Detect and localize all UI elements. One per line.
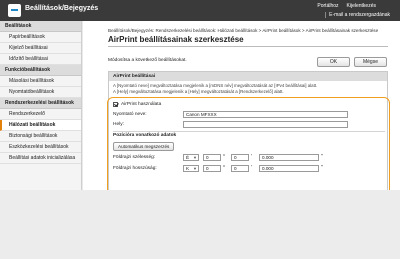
minute-unit: ' xyxy=(251,165,252,171)
top-links: Portálhoz Kijelentkezés xyxy=(317,3,376,9)
second-unit: " xyxy=(321,154,323,160)
sidebar-item-network[interactable]: Hálózati beállítások xyxy=(0,120,81,131)
panel-title: AirPrint beállításai xyxy=(109,72,387,81)
chevron-down-icon: ▼ xyxy=(193,155,197,160)
sidebar-section-title[interactable]: Funkcióbeállítások xyxy=(0,65,81,76)
latitude-label-text: Földrajzi szélesség: xyxy=(113,155,156,160)
printer-name-input[interactable]: Canon MFXXX xyxy=(183,111,348,118)
settings-logo-icon xyxy=(8,4,21,17)
latitude-direction-select[interactable]: É ▼ xyxy=(183,154,199,161)
latitude-degrees-input[interactable]: 0 xyxy=(203,154,221,161)
breadcrumb: Beállítások/Bejegyzés: Rendszerkezelési … xyxy=(108,28,379,33)
email-admin-line: E-mail a rendszergazdának xyxy=(325,12,390,18)
degree-unit: ° xyxy=(223,154,225,160)
chevron-down-icon: ▼ xyxy=(193,166,197,171)
longitude-minutes-input[interactable]: 0 xyxy=(231,165,249,172)
email-admin-link[interactable]: E-mail a rendszergazdának xyxy=(329,12,390,18)
latitude-direction-value: É xyxy=(186,155,190,160)
instruction-text: Módosítsa a következő beállításokat. xyxy=(108,58,187,63)
minute-unit: ' xyxy=(251,154,252,160)
longitude-seconds-input[interactable]: 0.000 xyxy=(259,165,319,172)
lower-blank-area xyxy=(0,190,400,259)
sidebar-item-device-management[interactable]: Eszközkezelési beállítások xyxy=(0,142,81,153)
sidebar-item-security[interactable]: Biztonsági beállítások xyxy=(0,131,81,142)
use-airprint-label: AirPrint használata xyxy=(121,102,162,107)
latitude-label: Földrajzi szélesség: xyxy=(113,155,155,160)
page-title: AirPrint beállításainak szerkesztése xyxy=(108,35,244,44)
latitude-seconds-input[interactable]: 0.000 xyxy=(259,154,319,161)
sidebar-section-title[interactable]: Rendszerkezelési beállítások xyxy=(0,98,81,109)
longitude-direction-select[interactable]: K ▼ xyxy=(183,165,199,172)
printer-name-label-text: Nyomtató neve: xyxy=(113,112,147,117)
degree-unit: ° xyxy=(223,165,225,171)
logout-link[interactable]: Kijelentkezés xyxy=(347,3,376,9)
sidebar-item-timer[interactable]: Időzítő beállításai xyxy=(0,54,81,65)
sidebar-item-paper[interactable]: Papírbeállítások xyxy=(0,32,81,43)
sidebar: Beállítások Papírbeállítások Kijelző beá… xyxy=(0,21,82,190)
sidebar-section-title[interactable]: Beállítások xyxy=(0,21,81,32)
main-content: Beállítások/Bejegyzés: Rendszerkezelési … xyxy=(83,21,400,215)
ok-button[interactable]: OK xyxy=(317,57,350,67)
longitude-label: Földrajzi hosszúság: xyxy=(113,166,157,171)
sidebar-item-initialize[interactable]: Beállítási adatok inicializálása xyxy=(0,153,81,164)
sidebar-item-display[interactable]: Kijelző beállításai xyxy=(0,43,81,54)
info-line: A [Hely] megváltoztatása megjelenik a [H… xyxy=(113,89,284,94)
sidebar-item-system-manager[interactable]: Rendszerkezelő xyxy=(0,109,81,120)
printer-name-label: Nyomtató neve: xyxy=(113,112,147,117)
section-divider xyxy=(113,131,385,132)
panel-info: A [Nyomtató neve] megváltoztatása megjel… xyxy=(109,81,387,95)
auto-fill-button[interactable]: Automatikus megszerzés xyxy=(113,142,175,151)
app-title: Beállítások/Bejegyzés xyxy=(25,5,99,12)
latitude-minutes-input[interactable]: 0 xyxy=(231,154,249,161)
sidebar-item-copy[interactable]: Másolási beállítások xyxy=(0,76,81,87)
top-bar: Beállítások/Bejegyzés Portálhoz Kijelent… xyxy=(0,0,400,21)
use-airprint-row: AirPrint használata xyxy=(113,102,161,107)
location-input[interactable] xyxy=(183,121,348,128)
position-section-title: Pozícióra vonatkozó adatok xyxy=(113,133,177,138)
location-label-text: Hely: xyxy=(113,122,124,127)
divider xyxy=(325,12,327,18)
location-label: Hely: xyxy=(113,122,124,127)
portal-link[interactable]: Portálhoz xyxy=(317,3,338,9)
title-divider xyxy=(108,46,388,47)
longitude-label-text: Földrajzi hosszúság: xyxy=(113,166,157,171)
longitude-degrees-input[interactable]: 0 xyxy=(203,165,221,172)
cancel-button[interactable]: Mégse xyxy=(354,57,387,67)
second-unit: " xyxy=(321,165,323,171)
sidebar-item-printer[interactable]: Nyomtatóbeállítások xyxy=(0,87,81,98)
longitude-direction-value: K xyxy=(186,166,190,171)
use-airprint-checkbox[interactable] xyxy=(113,102,118,107)
